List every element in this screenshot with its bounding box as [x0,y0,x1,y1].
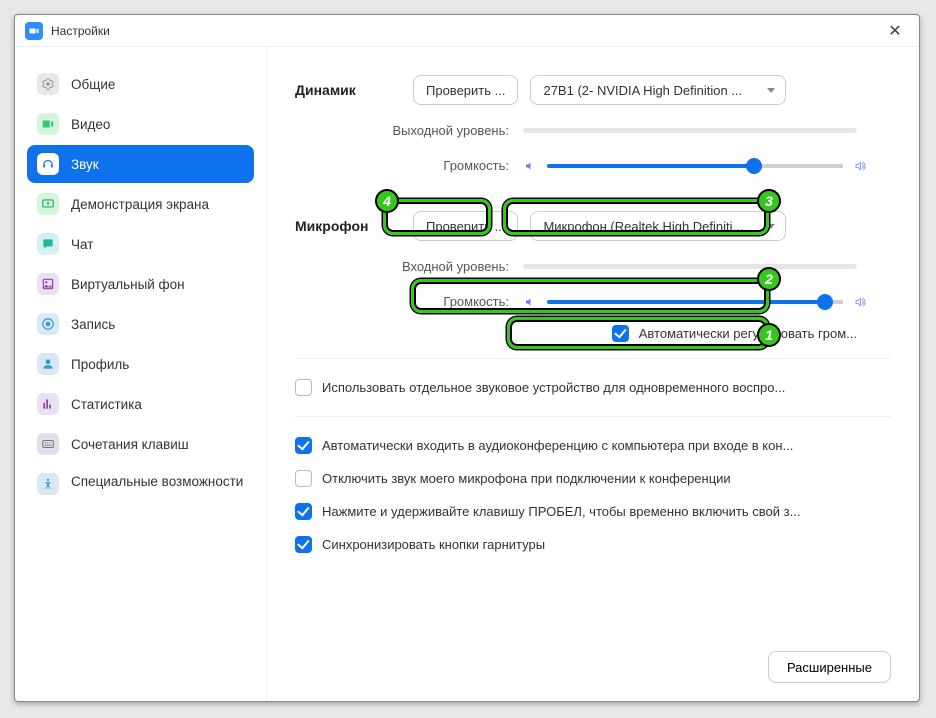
speaker-label: Динамик [295,82,413,98]
sidebar-item-share[interactable]: Демонстрация экрана [27,185,254,223]
window-title: Настройки [51,24,881,38]
sidebar-item-video[interactable]: Видео [27,105,254,143]
mic-input-level-row: Входной уровень: [295,259,891,274]
mic-auto-gain-checkbox[interactable] [612,325,629,342]
sidebar-item-audio[interactable]: Звук [27,145,254,183]
sidebar-item-label: Запись [71,317,115,332]
advanced-button[interactable]: Расширенные [768,651,891,683]
speaker-device-select[interactable]: 27B1 (2- NVIDIA High Definition ... [530,75,786,105]
sidebar-item-virtual-bg[interactable]: Виртуальный фон [27,265,254,303]
sidebar-item-general[interactable]: Общие [27,65,254,103]
app-icon [25,22,43,40]
mic-label: Микрофон [295,218,413,234]
sidebar-item-label: Сочетания клавиш [71,437,189,452]
sidebar-item-shortcuts[interactable]: Сочетания клавиш [27,425,254,463]
speaker-device-value: 27B1 (2- NVIDIA High Definition ... [543,83,742,98]
option-label: Нажмите и удерживайте клавишу ПРОБЕЛ, чт… [322,504,800,519]
sidebar-item-label: Профиль [71,357,129,372]
profile-icon [37,353,59,375]
virtual-bg-icon [37,273,59,295]
keyboard-icon [37,433,59,455]
mic-auto-gain-label: Автоматически регулировать гром... [639,326,857,341]
sidebar-item-label: Специальные возможности [71,473,243,491]
separate-device-checkbox[interactable] [295,379,312,396]
sidebar-item-label: Видео [71,117,110,132]
sidebar-item-accessibility[interactable]: Специальные возможности [27,465,254,513]
sidebar-item-profile[interactable]: Профиль [27,345,254,383]
option-push-to-talk: Нажмите и удерживайте клавишу ПРОБЕЛ, чт… [295,503,891,520]
mic-device-select[interactable]: Микрофон (Realtek High Definiti... [530,211,786,241]
headphones-icon [37,153,59,175]
gear-icon [37,73,59,95]
option-auto-join-audio: Автоматически входить в аудиоконференцию… [295,437,891,454]
speaker-output-level-label: Выходной уровень: [295,123,523,138]
speaker-volume-row: Громкость: [295,158,891,173]
share-screen-icon [37,193,59,215]
mic-test-button[interactable]: Проверить ... [413,211,518,241]
speaker-low-icon [523,296,537,308]
speaker-volume-slider[interactable] [547,164,843,168]
auto-join-audio-checkbox[interactable] [295,437,312,454]
sidebar-item-label: Звук [71,157,99,172]
mic-input-level-meter [523,264,857,269]
push-to-talk-checkbox[interactable] [295,503,312,520]
sidebar-item-label: Демонстрация экрана [71,197,209,212]
content-panel: Динамик Проверить ... 27B1 (2- NVIDIA Hi… [267,47,919,701]
speaker-low-icon [523,160,537,172]
close-button[interactable]: ✕ [881,17,909,45]
record-icon [37,313,59,335]
speaker-volume-label: Громкость: [295,158,523,173]
sidebar-item-label: Статистика [71,397,142,412]
option-mute-on-join: Отключить звук моего микрофона при подкл… [295,470,891,487]
speaker-test-button[interactable]: Проверить ... [413,75,518,105]
mic-device-value: Микрофон (Realtek High Definiti... [543,219,743,234]
mic-section-header: Микрофон Проверить ... Микрофон (Realtek… [295,211,891,241]
sidebar-item-stats[interactable]: Статистика [27,385,254,423]
speaker-section-header: Динамик Проверить ... 27B1 (2- NVIDIA Hi… [295,75,891,105]
mic-volume-slider[interactable] [547,300,843,304]
option-label: Синхронизировать кнопки гарнитуры [322,537,545,552]
mic-auto-gain-row: Автоматически регулировать гром... [612,325,857,342]
mic-input-level-label: Входной уровень: [295,259,523,274]
speaker-output-level-meter [523,128,857,133]
chat-icon [37,233,59,255]
option-label: Отключить звук моего микрофона при подкл… [322,471,731,486]
sidebar-item-label: Общие [71,77,115,92]
option-label: Использовать отдельное звуковое устройст… [322,380,785,395]
option-separate-device: Использовать отдельное звуковое устройст… [295,379,891,396]
sidebar-item-label: Чат [71,237,93,252]
settings-window: Настройки ✕ Общие Видео Звук Демонстраци… [14,14,920,702]
titlebar: Настройки ✕ [15,15,919,47]
option-sync-headset: Синхронизировать кнопки гарнитуры [295,536,891,553]
mic-volume-row: Громкость: [295,294,891,309]
stats-icon [37,393,59,415]
sidebar-item-label: Виртуальный фон [71,277,185,292]
sidebar-item-chat[interactable]: Чат [27,225,254,263]
video-icon [37,113,59,135]
sidebar: Общие Видео Звук Демонстрация экрана Чат… [15,47,267,701]
speaker-output-level-row: Выходной уровень: [295,123,891,138]
speaker-high-icon [853,160,867,172]
speaker-high-icon [853,296,867,308]
mic-volume-label: Громкость: [295,294,523,309]
sync-headset-checkbox[interactable] [295,536,312,553]
option-label: Автоматически входить в аудиоконференцию… [322,438,793,453]
accessibility-icon [37,473,59,495]
sidebar-item-recording[interactable]: Запись [27,305,254,343]
mute-on-join-checkbox[interactable] [295,470,312,487]
